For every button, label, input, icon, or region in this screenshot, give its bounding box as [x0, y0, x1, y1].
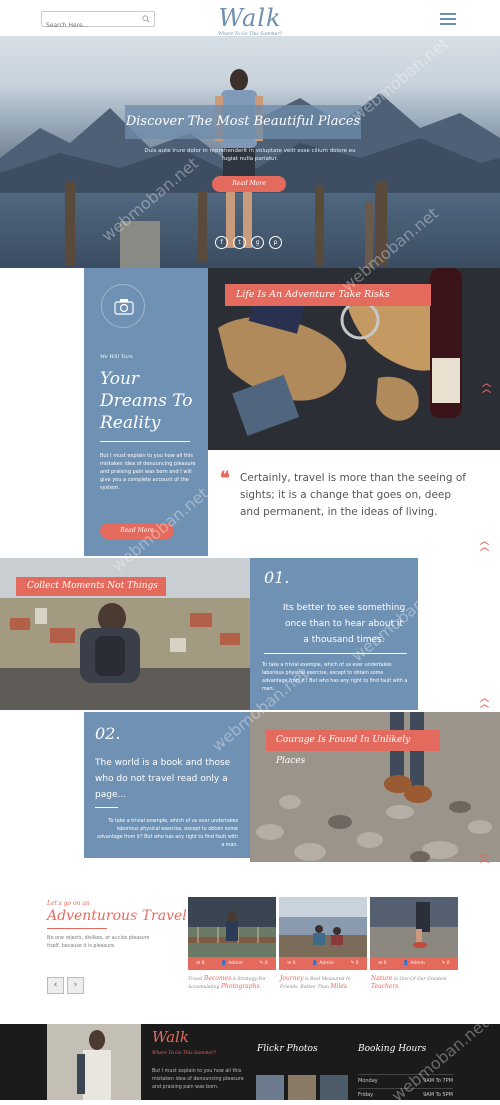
blog-paragraph: No one rejects, dislikes, or avoids plea… [47, 936, 150, 949]
comment-icon: ✎ 0 [350, 961, 359, 966]
heart-icon: ✉ 0 [196, 961, 205, 966]
about-heading: Your Dreams To Reality [100, 369, 193, 433]
flickr-thumb[interactable] [320, 1075, 348, 1100]
booking-time: 9AM To 7PM [423, 1078, 453, 1084]
carousel-next-button[interactable]: › [67, 977, 84, 994]
booking-row: Monday 9AM To 7PM [358, 1074, 453, 1084]
comment-icon: ✎ 0 [441, 961, 450, 966]
about-divider [100, 441, 190, 442]
camera-icon [114, 299, 134, 315]
carousel-prev-button[interactable]: ‹ [47, 977, 64, 994]
user-icon[interactable]: 👤 Admin [403, 957, 424, 970]
blog-divider [47, 928, 107, 929]
booking-day: Friday [358, 1092, 374, 1098]
hamburger-menu-icon[interactable] [440, 13, 456, 25]
travel-quote: Certainly, travel is more than the seein… [240, 472, 466, 518]
about-paragraph: But I must explain to you how all this m… [100, 453, 196, 491]
feature1-quote: Its better to see something once than to… [282, 603, 406, 645]
feature1-paragraph: To take a trivial example, which of us e… [262, 663, 408, 692]
feature2-divider [95, 807, 118, 808]
image-tag-courage: Courage Is Found In Unlikely Places [266, 730, 440, 766]
feature2-quote: The world is a book and those who do not… [95, 758, 231, 800]
hero-read-more-button[interactable]: Read More [212, 176, 286, 192]
heart-icon: ✉ 0 [287, 961, 296, 966]
camera-badge [101, 284, 145, 328]
footer-logo[interactable]: Walk [152, 1028, 189, 1046]
blog-card-meta: ✉ 0 👤 Admin ✎ 0 [279, 957, 367, 970]
flickr-thumb[interactable] [256, 1075, 284, 1100]
blog-card-title[interactable]: Travel Becomes A Strategy For Accumulati… [188, 975, 278, 991]
blog-card-meta: ✉ 0 👤 Admin ✎ 0 [370, 957, 458, 970]
user-icon[interactable]: 👤 Admin [221, 957, 242, 970]
double-chevron-up-icon[interactable]: ︿ ︿ [480, 538, 489, 553]
search-input[interactable] [42, 18, 137, 33]
site-logo[interactable]: Walk Where To Go This Summer? [200, 4, 300, 37]
blog-card-title[interactable]: Journey is Best Measured In Friends, Rat… [280, 975, 370, 991]
feature1-divider [264, 653, 407, 654]
image-tag-moments: Collect Moments Not Things [16, 577, 166, 596]
footer-paragraph: But I must explain to you how all this m… [152, 1069, 244, 1090]
feature1-number: 01. [264, 568, 290, 587]
feature2-paragraph: To take a trivial example, which of us e… [97, 819, 238, 848]
quote-icon: ❝ [220, 468, 230, 489]
facebook-icon[interactable]: f [215, 236, 228, 249]
blog-card-image[interactable] [279, 897, 367, 957]
google-plus-icon[interactable]: g [251, 236, 264, 249]
blog-kicker: Let's go on an [47, 900, 90, 907]
blog-card-image[interactable] [370, 897, 458, 957]
user-icon[interactable]: 👤 Admin [312, 957, 333, 970]
footer-traveler-image [47, 1024, 141, 1100]
logo-text: Walk [218, 4, 282, 32]
hero-title: Discover The Most Beautiful Places [125, 105, 361, 139]
booking-day: Monday [358, 1078, 378, 1084]
twitter-icon[interactable]: t [233, 236, 246, 249]
booking-title: Booking Hours [358, 1044, 427, 1054]
about-kicker: We Will Turn [100, 354, 133, 360]
image-tag-life: Life Is An Adventure Take Risks [225, 284, 431, 306]
blog-card-meta: ✉ 0 👤 Admin ✎ 0 [188, 957, 276, 970]
booking-row: Friday 9AM To 5PM [358, 1088, 453, 1098]
double-chevron-up-icon[interactable]: ︿ ︿ [480, 695, 489, 710]
feature2-number: 02. [95, 724, 121, 743]
search-box[interactable] [41, 11, 155, 33]
blog-heading: Adventurous Travel [47, 908, 187, 924]
blog-card-image[interactable] [188, 897, 276, 957]
blog-card-title[interactable]: Nature Is One Of Our Greatest Teachers. [371, 975, 461, 991]
search-icon[interactable] [142, 15, 150, 23]
hero-subtitle: Duis aute irure dolor in reprehenderit i… [144, 148, 356, 162]
double-chevron-up-icon[interactable]: ︿ ︿ [480, 850, 489, 865]
flickr-thumb[interactable] [288, 1075, 316, 1100]
heart-icon: ✉ 0 [378, 961, 387, 966]
flickr-title: Flickr Photos [257, 1044, 318, 1054]
pinterest-icon[interactable]: p [269, 236, 282, 249]
footer-tagline: Where To Go This Summer? [152, 1051, 216, 1056]
double-chevron-up-icon[interactable]: ︿ ︿ [482, 380, 491, 395]
comment-icon: ✎ 0 [259, 961, 268, 966]
about-read-more-button[interactable]: Read More [100, 523, 174, 539]
booking-time: 9AM To 5PM [423, 1092, 453, 1098]
